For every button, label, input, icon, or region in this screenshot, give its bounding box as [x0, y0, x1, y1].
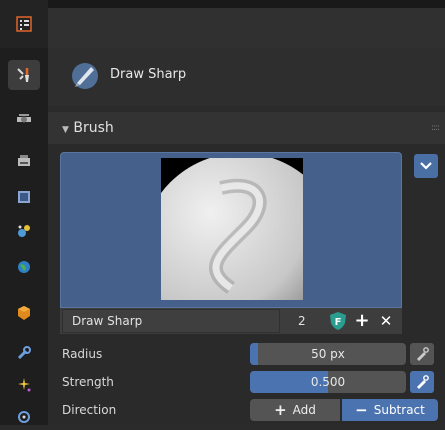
render-icon[interactable]	[8, 104, 40, 134]
radius-pressure-button[interactable]	[410, 343, 434, 365]
pen-pressure-icon	[417, 375, 429, 389]
collapse-arrow-icon[interactable]: ▼	[62, 125, 69, 135]
brush-user-count[interactable]: 2	[298, 314, 306, 328]
draw-sharp-tool-icon	[72, 63, 98, 89]
fake-user-shield-icon[interactable]: F	[328, 311, 348, 331]
radius-value: 50 px	[311, 347, 345, 361]
new-brush-button[interactable]: +	[352, 310, 372, 332]
add-icon: +	[274, 401, 287, 419]
output-icon[interactable]	[8, 146, 40, 176]
panel-drag-grip[interactable]: ::::	[431, 123, 440, 133]
editor-type-area	[0, 0, 48, 48]
direction-add-button[interactable]: + Add	[250, 399, 340, 421]
editor-type-icon[interactable]	[8, 9, 40, 39]
chevron-down-icon	[420, 162, 432, 170]
world-icon[interactable]	[8, 252, 40, 282]
brush-panel-title[interactable]: ▼ Brush	[62, 120, 114, 136]
radius-label: Radius	[62, 347, 103, 361]
unlink-brush-button[interactable]: ✕	[376, 310, 396, 332]
particles-icon[interactable]	[8, 370, 40, 400]
brush-name[interactable]: Draw Sharp	[72, 314, 142, 328]
properties-tab-strip	[0, 0, 48, 425]
radius-slider[interactable]: 50 px	[250, 343, 406, 365]
active-tool-name: Draw Sharp	[110, 67, 187, 82]
pen-pressure-icon	[417, 347, 429, 361]
direction-label: Direction	[62, 403, 117, 417]
brush-thumbnail[interactable]	[161, 158, 303, 300]
physics-icon[interactable]	[8, 400, 40, 430]
header-bar	[48, 0, 445, 48]
scene-icon[interactable]	[8, 216, 40, 246]
svg-text:F: F	[335, 317, 342, 328]
strength-slider[interactable]: 0.500	[250, 371, 406, 393]
tool-settings-icon[interactable]	[8, 60, 40, 90]
strength-value: 0.500	[310, 375, 346, 389]
object-icon[interactable]	[8, 298, 40, 328]
modifier-icon[interactable]	[8, 338, 40, 368]
active-tool-row	[48, 48, 445, 106]
strength-pressure-button[interactable]	[410, 371, 434, 393]
subtract-icon: −	[355, 401, 368, 419]
direction-subtract-button[interactable]: − Subtract	[342, 399, 438, 421]
view-layer-icon[interactable]	[8, 182, 40, 212]
strength-label: Strength	[62, 375, 114, 389]
brush-browse-button[interactable]	[414, 154, 438, 178]
